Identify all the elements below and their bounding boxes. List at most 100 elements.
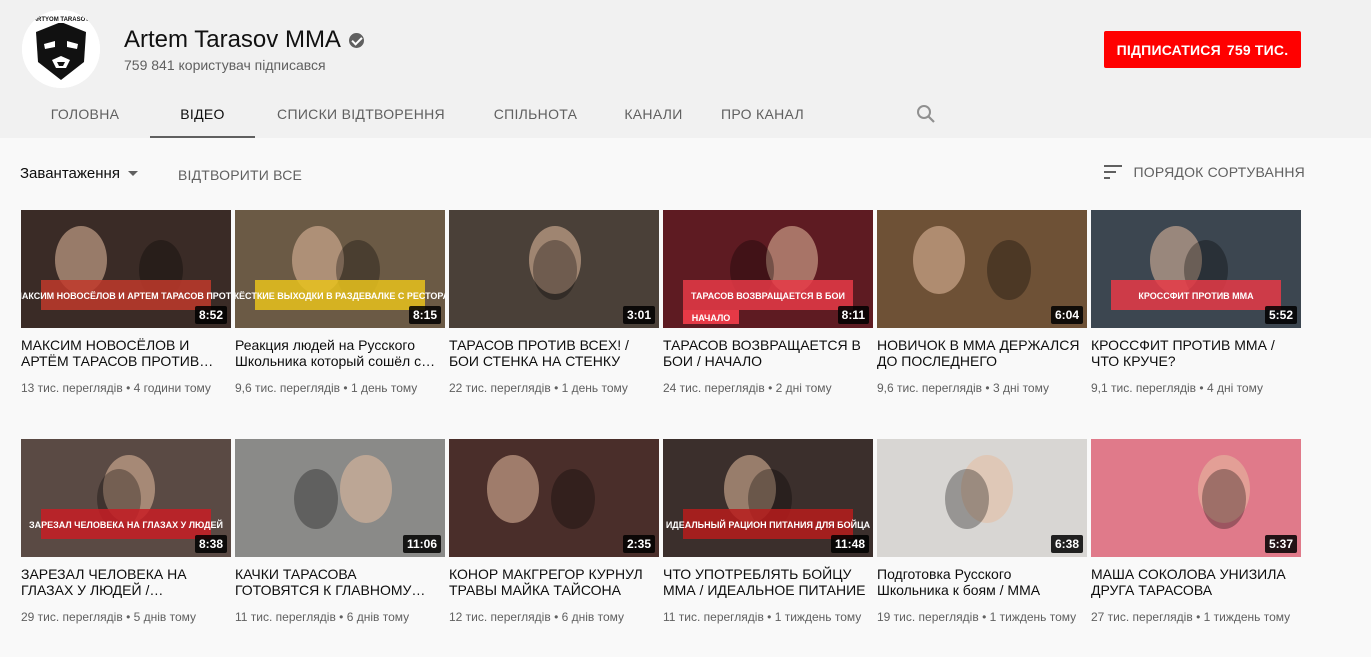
tab-5[interactable]: ПРО КАНАЛ (703, 90, 822, 138)
video-meta: 9,1 тис. переглядів • 4 дні тому (1091, 379, 1301, 397)
video-age: 6 днів тому (561, 610, 625, 624)
video-duration: 6:38 (1050, 535, 1083, 553)
video-meta: 12 тис. переглядів • 6 днів тому (449, 608, 659, 626)
video-age: 1 тиждень тому (989, 610, 1077, 624)
channel-avatar[interactable]: ARTYOM TARASOV (22, 10, 100, 88)
video-duration: 6:04 (1050, 306, 1083, 324)
video-meta: 9,6 тис. переглядів • 3 дні тому (877, 379, 1087, 397)
video-title[interactable]: МАША СОКОЛОВА УНИЗИЛА ДРУГА ТАРАСОВА (1091, 566, 1296, 598)
video-thumbnail[interactable]: 11:06 (235, 439, 445, 557)
video-title-text: ЗАРЕЗАЛ ЧЕЛОВЕКА НА ГЛАЗАХ У ЛЮДЕЙ / СОЦ… (21, 566, 187, 598)
video-thumbnail[interactable]: КРОССФИТ ПРОТИВ ММА 5:52 (1091, 210, 1301, 328)
tab-1[interactable]: ВІДЕО (150, 90, 255, 138)
video-thumbnail[interactable]: ИДЕАЛЬНЫЙ РАЦИОН ПИТАНИЯ ДЛЯ БОЙЦА 11:48 (663, 439, 873, 557)
tab-4[interactable]: КАНАЛИ (604, 90, 703, 138)
video-age: 5 днів тому (133, 610, 197, 624)
video-views: 22 тис. переглядів (449, 381, 551, 395)
channel-title: Artem Tarasov MMA (124, 26, 364, 54)
video-meta: 11 тис. переглядів • 1 тиждень тому (663, 608, 873, 626)
video-age: 4 години тому (133, 381, 211, 395)
video-age: 1 тиждень тому (1203, 610, 1291, 624)
video-title-text: ТАРАСОВ ПРОТИВ ВСЕХ! / БОИ СТЕНКА НА СТЕ… (449, 337, 629, 369)
video-title-text: КОНОР МАКГРЕГОР КУРНУЛ ТРАВЫ МАЙКА ТАЙСО… (449, 566, 643, 598)
subscriber-count: 759 841 користувач підписався (124, 57, 326, 73)
meta-separator: • (550, 381, 562, 395)
video-views: 24 тис. переглядів (663, 381, 765, 395)
video-meta: 22 тис. переглядів • 1 день тому (449, 379, 659, 397)
tab-3[interactable]: СПІЛЬНОТА (467, 90, 604, 138)
meta-separator: • (1192, 610, 1204, 624)
subscribe-button[interactable]: ПІДПИСАТИСЯ 759 ТИС. (1104, 31, 1301, 68)
video-title[interactable]: КРОССФИТ ПРОТИВ ММА / ЧТО КРУЧЕ? (1091, 337, 1296, 369)
video-age: 3 дні тому (992, 381, 1049, 395)
video-duration: 5:37 (1264, 535, 1297, 553)
video-views: 13 тис. переглядів (21, 381, 123, 395)
meta-separator: • (978, 610, 990, 624)
video-age: 1 день тому (350, 381, 418, 395)
video-thumbnail[interactable]: МАКСИМ НОВОСЁЛОВ И АРТЕМ ТАРАСОВ ПРОТИ 8:… (21, 210, 231, 328)
video-views: 9,6 тис. переглядів (235, 381, 341, 395)
video-age: 1 тиждень тому (774, 610, 862, 624)
video-meta: 13 тис. переглядів • 4 години тому (21, 379, 231, 397)
video-duration: 2:35 (622, 535, 655, 553)
video-thumbnail[interactable]: 2:35 (449, 439, 659, 557)
video-duration: 5:52 (1264, 306, 1297, 324)
video-duration: 8:11 (837, 306, 869, 324)
channel-tabs: ГОЛОВНА ВІДЕО СПИСКИ ВІДТВОРЕННЯ СПІЛЬНОТА К… (20, 90, 822, 138)
video-title-text: ЧТО УПОТРЕБЛЯТЬ БОЙЦУ ММА / ИДЕАЛЬНОЕ ПИ… (663, 566, 866, 598)
video-duration: 11:48 (830, 535, 869, 553)
thumbnail-caption: ИДЕАЛЬНЫЙ РАЦИОН ПИТАНИЯ ДЛЯ БОЙЦА (666, 519, 871, 530)
play-all-button[interactable]: ВІДТВОРИТИ ВСЕ (178, 167, 302, 183)
video-thumbnail[interactable]: 6:04 (877, 210, 1087, 328)
video-views: 19 тис. переглядів (877, 610, 979, 624)
video-title-text: КАЧКИ ТАРАСОВА ГОТОВЯТСЯ К ГЛАВНОМУ ТУРН… (235, 566, 412, 598)
meta-separator: • (122, 610, 134, 624)
video-thumbnail[interactable]: ЗАРЕЗАЛ ЧЕЛОВЕКА НА ГЛАЗАХ У ЛЮДЕЙ 8:38 (21, 439, 231, 557)
video-thumbnail[interactable]: 5:37 (1091, 439, 1301, 557)
video-duration: 3:01 (622, 306, 655, 324)
video-thumbnail[interactable]: ЖЁСТКИЕ ВЫХОДКИ В РАЗДЕВАЛКЕ С РЕСТОРА 8:… (235, 210, 445, 328)
verified-check-icon (348, 32, 364, 48)
video-duration: 8:15 (408, 306, 441, 324)
subscribe-label: ПІДПИСАТИСЯ (1116, 41, 1221, 58)
video-meta: 24 тис. переглядів • 2 дні тому (663, 379, 873, 397)
thumbnail-badge: НАЧАЛО (692, 313, 731, 323)
video-title-text: Реакция людей на Русского Школьника кото… (235, 337, 422, 369)
tab-2[interactable]: СПИСКИ ВІДТВОРЕННЯ (255, 90, 467, 138)
video-title[interactable]: ТАРАСОВ ВОЗВРАЩАЕТСЯ В БОИ / НАЧАЛО (663, 337, 868, 369)
video-title[interactable]: НОВИЧОК В ММА ДЕРЖАЛСЯ ДО ПОСЛЕДНЕГО (877, 337, 1082, 369)
sort-by-button[interactable]: ПОРЯДОК СОРТУВАННЯ (1103, 164, 1306, 180)
video-thumbnail[interactable]: ТАРАСОВ ВОЗВРАЩАЕТСЯ В БОИ НАЧАЛО 8:11 (663, 210, 873, 328)
video-title-text: МАША СОКОЛОВА УНИЗИЛА ДРУГА ТАРАСОВА (1091, 566, 1286, 598)
meta-separator: • (763, 610, 775, 624)
video-title[interactable]: ЧТО УПОТРЕБЛЯТЬ БОЙЦУ ММА / ИДЕАЛЬНОЕ ПИ… (663, 566, 868, 598)
video-title[interactable]: КАЧКИ ТАРАСОВА ГОТОВЯТСЯ К ГЛАВНОМУ ТУРН… (235, 566, 440, 598)
video-title[interactable]: КОНОР МАКГРЕГОР КУРНУЛ ТРАВЫ МАЙКА ТАЙСО… (449, 566, 654, 598)
gorilla-logo-icon: ARTYOM TARASOV (22, 10, 100, 88)
video-title-text: ТАРАСОВ ВОЗВРАЩАЕТСЯ В БОИ / НАЧАЛО (663, 337, 861, 369)
video-title[interactable]: ТАРАСОВ ПРОТИВ ВСЕХ! / БОИ СТЕНКА НА СТЕ… (449, 337, 654, 369)
thumbnail-caption: МАКСИМ НОВОСЁЛОВ И АРТЕМ ТАРАСОВ ПРОТИ (21, 291, 231, 301)
video-meta: 29 тис. переглядів • 5 днів тому (21, 608, 231, 626)
video-title[interactable]: Подготовка Русского Школьника к боям / М… (877, 566, 1082, 598)
video-views: 12 тис. переглядів (449, 610, 551, 624)
video-title-text: Подготовка Русского Школьника к боям / М… (877, 566, 1041, 598)
video-thumbnail[interactable]: 6:38 (877, 439, 1087, 557)
subscribe-count: 759 ТИС. (1226, 41, 1289, 58)
thumbnail-caption: ТАРАСОВ ВОЗВРАЩАЕТСЯ В БОИ (691, 291, 845, 301)
video-views: 11 тис. переглядів (663, 610, 764, 624)
video-title-text: КРОССФИТ ПРОТИВ ММА / ЧТО КРУЧЕ? (1091, 337, 1275, 369)
video-title[interactable]: МАКСИМ НОВОСЁЛОВ И АРТЁМ ТАРАСОВ ПРОТИВ … (21, 337, 226, 369)
video-title[interactable]: Реакция людей на Русского Школьника кото… (235, 337, 440, 369)
thumbnail-caption: ЗАРЕЗАЛ ЧЕЛОВЕКА НА ГЛАЗАХ У ЛЮДЕЙ (29, 519, 223, 530)
search-icon[interactable] (914, 102, 938, 126)
video-age: 2 дні тому (775, 381, 832, 395)
video-title[interactable]: ЗАРЕЗАЛ ЧЕЛОВЕКА НА ГЛАЗАХ У ЛЮДЕЙ / СОЦ… (21, 566, 226, 598)
sort-label: ПОРЯДОК СОРТУВАННЯ (1133, 164, 1305, 180)
tab-0[interactable]: ГОЛОВНА (20, 90, 150, 138)
video-duration: 11:06 (402, 535, 441, 553)
video-thumbnail[interactable]: 3:01 (449, 210, 659, 328)
video-meta: 11 тис. переглядів • 6 днів тому (235, 608, 445, 626)
uploads-dropdown[interactable]: Завантаження (20, 165, 138, 182)
video-views: 9,6 тис. переглядів (877, 381, 983, 395)
